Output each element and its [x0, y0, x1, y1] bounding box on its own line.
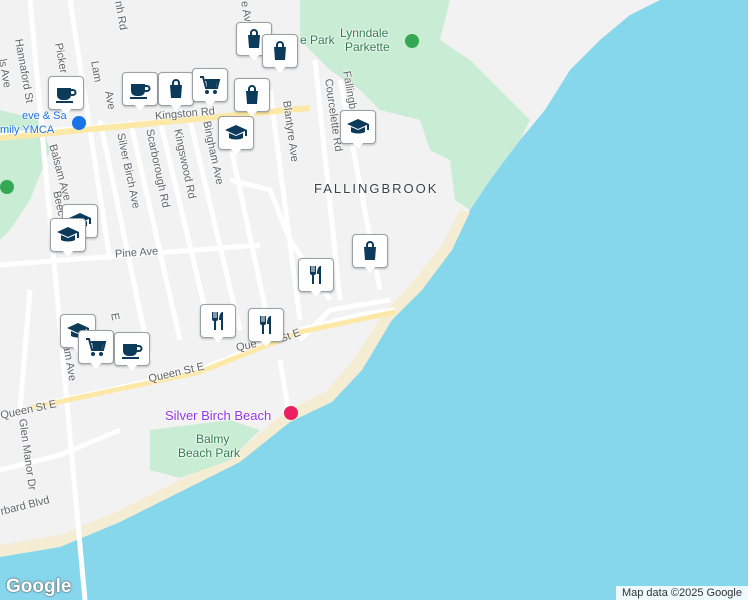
ymca-icon	[72, 116, 86, 130]
coffee-marker[interactable]	[48, 76, 84, 116]
shopping-cart-marker[interactable]	[192, 68, 228, 108]
restaurant-icon	[260, 316, 271, 334]
shopping-bag-icon	[274, 41, 286, 60]
school-marker[interactable]	[340, 110, 376, 150]
park-label: Lynndale	[340, 26, 389, 40]
neighborhood-label: FALLINGBROOK	[314, 181, 439, 196]
school-marker[interactable]	[218, 116, 254, 156]
poi-label-beach[interactable]: Silver Birch Beach	[165, 408, 271, 423]
shopping-bag-icon	[170, 79, 182, 98]
school-icon	[225, 125, 247, 140]
coffee-icon	[56, 88, 77, 103]
park-icon	[0, 180, 14, 194]
camera-icon	[284, 406, 298, 420]
restaurant-marker[interactable]	[298, 258, 334, 298]
shopping-cart-icon	[86, 338, 107, 356]
coffee-icon	[122, 344, 143, 359]
restaurant-icon	[310, 266, 321, 284]
park-label: e Park	[300, 33, 335, 47]
map-attribution[interactable]: Map data ©2025 Google	[615, 586, 748, 600]
park-label: Balmy	[196, 432, 230, 446]
shopping-bag-icon	[246, 85, 258, 104]
shopping-bag-marker[interactable]	[234, 78, 270, 118]
restaurant-icon	[212, 312, 223, 330]
park-icon	[405, 34, 419, 48]
coffee-icon	[130, 84, 151, 99]
restaurant-marker[interactable]	[248, 308, 284, 348]
school-icon	[57, 227, 79, 242]
coffee-marker[interactable]	[122, 72, 158, 112]
park-label: Parkette	[345, 40, 390, 54]
shopping-bag-marker[interactable]	[262, 34, 298, 74]
shopping-bag-marker[interactable]	[352, 234, 388, 274]
google-logo: Google	[6, 576, 72, 597]
shopping-bag-icon	[364, 241, 376, 260]
shopping-cart-marker[interactable]	[78, 330, 114, 370]
restaurant-marker[interactable]	[200, 304, 236, 344]
coffee-marker[interactable]	[114, 332, 150, 372]
school-icon	[347, 119, 369, 134]
shopping-bag-marker[interactable]	[158, 72, 194, 112]
park-label: Beach Park	[178, 446, 241, 460]
poi-label-ymca[interactable]: mily YMCA	[0, 124, 54, 136]
shopping-cart-icon	[200, 76, 221, 94]
school-marker[interactable]	[50, 218, 86, 258]
